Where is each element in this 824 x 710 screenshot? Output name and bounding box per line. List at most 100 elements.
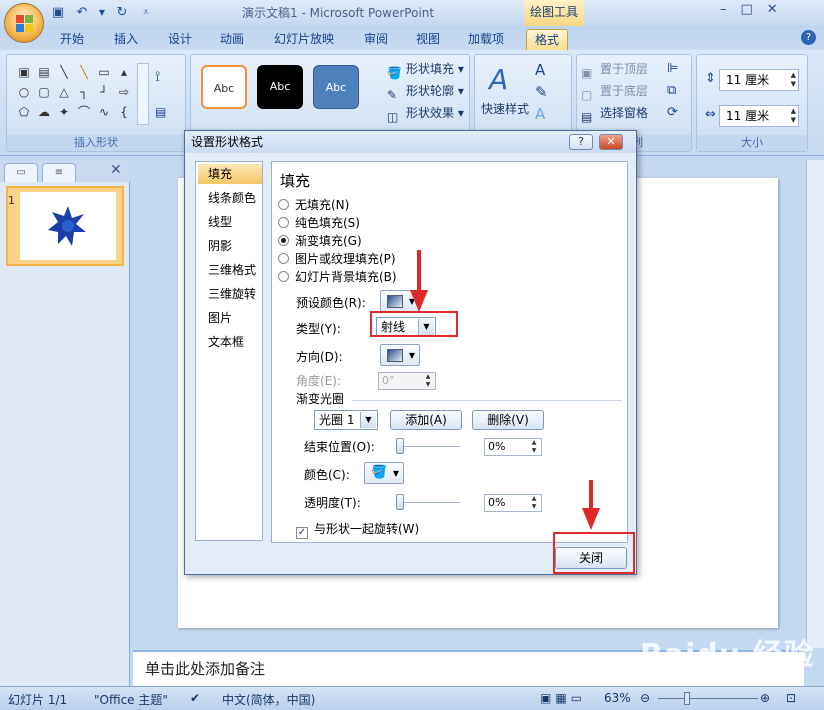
slide-thumbnail[interactable] — [6, 186, 124, 266]
shape-brace-icon[interactable]: { — [115, 103, 133, 121]
shape-vtextbox-icon[interactable]: ▤ — [35, 63, 53, 81]
help-icon[interactable]: ? — [801, 30, 816, 45]
edit-shape-icon[interactable]: ⟟ — [155, 69, 160, 85]
shape-outline-button[interactable]: ✎ 形状轮廓 ▾ — [387, 81, 464, 102]
outline-tab[interactable]: ≡ — [42, 163, 76, 182]
vertical-scrollbar[interactable] — [806, 160, 824, 648]
nav-text-box[interactable]: 文本框 — [198, 332, 262, 352]
style-sample-3[interactable]: Abc — [313, 65, 359, 109]
radio-background-fill[interactable]: 幻灯片背景填充(B) — [278, 268, 397, 286]
undo-icon[interactable]: ↶ — [74, 5, 90, 21]
radio-solid-fill[interactable]: 纯色填充(S) — [278, 214, 360, 232]
radio-gradient-fill[interactable]: 渐变填充(G) — [278, 232, 362, 250]
rotate-with-shape-checkbox[interactable]: ✓ 与形状一起旋转(W) — [296, 520, 419, 539]
add-stop-button[interactable]: 添加(A) — [390, 410, 462, 430]
shape-effects-button[interactable]: ◫ 形状效果 ▾ — [387, 103, 464, 124]
tab-addins[interactable]: 加载项 — [460, 29, 512, 50]
selection-pane-button[interactable]: ▤ 选择窗格 — [581, 103, 648, 124]
align-icon[interactable]: ⊫ — [667, 61, 678, 76]
style-sample-1[interactable]: Abc — [201, 65, 247, 109]
save-icon[interactable]: ▣ — [50, 5, 66, 21]
shapes-gallery[interactable]: ▣ ▤ ╲ ╲ ▭ ▴ ○ ▢ △ ┐ ┘ ⇨ ⬠ ☁ ✦ ⌒ ∿ { — [15, 63, 133, 121]
text-fill-icon[interactable]: A — [535, 61, 545, 79]
transparency-thumb[interactable] — [396, 494, 404, 510]
shape-star-icon[interactable]: ✦ — [55, 103, 73, 121]
nav-3d-format[interactable]: 三维格式 — [198, 260, 262, 280]
tab-design[interactable]: 设计 — [160, 29, 200, 50]
shape-curve-icon[interactable]: ∿ — [95, 103, 113, 121]
shape-oval-icon[interactable]: ○ — [15, 83, 33, 101]
shape-line-icon[interactable]: ╲ — [55, 63, 73, 81]
shape-more-icon[interactable]: ▴ — [115, 63, 133, 81]
wordart-icon[interactable]: A — [489, 63, 508, 96]
radio-picture-fill[interactable]: 图片或纹理填充(P) — [278, 250, 396, 268]
shape-arc-icon[interactable]: ⌒ — [75, 103, 93, 121]
tab-review[interactable]: 审阅 — [356, 29, 396, 50]
rotate-icon[interactable]: ⟳ — [667, 105, 678, 120]
group-icon[interactable]: ⧉ — [667, 83, 676, 98]
shape-roundrect-icon[interactable]: ▢ — [35, 83, 53, 101]
minimize-button[interactable]: – — [720, 2, 727, 17]
send-to-back-button[interactable]: ▢ 置于底层 — [581, 81, 648, 102]
close-window-button[interactable]: ✕ — [767, 2, 778, 17]
shape-fill-button[interactable]: 🪣 形状填充 ▾ — [387, 59, 464, 80]
tab-format[interactable]: 格式 — [526, 29, 569, 50]
end-position-input[interactable]: 0% ▲ ▼ — [484, 438, 542, 456]
style-sample-2[interactable]: Abc — [257, 65, 303, 109]
direction-button[interactable]: ▼ — [380, 344, 420, 366]
close-panel-icon[interactable]: ✕ — [110, 162, 122, 178]
shape-pentagon-icon[interactable]: ⬠ — [15, 103, 33, 121]
shape-triangle-icon[interactable]: △ — [55, 83, 73, 101]
zoom-slider-thumb[interactable] — [684, 692, 690, 705]
bring-to-front-button[interactable]: ▣ 置于顶层 — [581, 59, 648, 80]
zoom-in-icon[interactable]: ⊕ — [760, 691, 770, 705]
redo-icon[interactable]: ↻ — [114, 5, 130, 21]
maximize-button[interactable]: □ — [741, 2, 753, 17]
radio-no-fill[interactable]: 无填充(N) — [278, 196, 349, 214]
dialog-help-icon[interactable]: ? — [569, 134, 593, 150]
tab-view[interactable]: 视图 — [408, 29, 448, 50]
end-position-slider[interactable] — [396, 446, 460, 448]
textbox-icon[interactable]: ▤ — [155, 105, 166, 119]
shape-textbox-icon[interactable]: ▣ — [15, 63, 33, 81]
end-position-thumb[interactable] — [396, 438, 404, 454]
nav-line-style[interactable]: 线型 — [198, 212, 262, 232]
dialog-close-icon[interactable]: ✕ — [599, 134, 623, 150]
text-effects-icon[interactable]: A — [535, 105, 545, 123]
shape-connector-icon[interactable]: ┐ — [75, 83, 93, 101]
shape-elbow-icon[interactable]: ┘ — [95, 83, 113, 101]
undo-dropdown-icon[interactable]: ▼ — [98, 5, 106, 21]
tab-slideshow[interactable]: 幻灯片放映 — [266, 29, 342, 50]
transparency-input[interactable]: 0% ▲ ▼ — [484, 494, 542, 512]
shape-arrow-icon[interactable]: ⇨ — [115, 83, 133, 101]
customize-icon[interactable]: ⩡ — [138, 5, 154, 21]
width-input[interactable]: 11 厘米 ▲ ▼ — [719, 105, 799, 127]
nav-shadow[interactable]: 阴影 — [198, 236, 262, 256]
transparency-slider[interactable] — [396, 502, 460, 504]
notes-placeholder[interactable]: 单击此处添加备注 — [145, 658, 265, 679]
shape-line-icon[interactable]: ╲ — [75, 63, 93, 81]
nav-fill[interactable]: 填充 — [198, 164, 262, 184]
shape-cloud-icon[interactable]: ☁ — [35, 103, 53, 121]
tab-insert[interactable]: 插入 — [106, 29, 146, 50]
tab-animations[interactable]: 动画 — [212, 29, 252, 50]
normal-view-icon[interactable]: ▣ — [540, 691, 551, 705]
zoom-out-icon[interactable]: ⊖ — [640, 691, 650, 705]
nav-3d-rotation[interactable]: 三维旋转 — [198, 284, 262, 304]
height-input[interactable]: 11 厘米 ▲ ▼ — [719, 69, 799, 91]
nav-line-color[interactable]: 线条颜色 — [198, 188, 262, 208]
shapes-scroll[interactable] — [137, 63, 149, 125]
spellcheck-icon[interactable]: ✔ — [190, 691, 200, 705]
nav-picture[interactable]: 图片 — [198, 308, 262, 328]
slides-tab[interactable]: ▭ — [4, 163, 38, 182]
fit-window-icon[interactable]: ⊡ — [786, 691, 796, 705]
slideshow-view-icon[interactable]: ▭ — [571, 691, 582, 705]
sorter-view-icon[interactable]: ▦ — [555, 691, 566, 705]
remove-stop-button[interactable]: 删除(V) — [472, 410, 544, 430]
office-button[interactable] — [4, 3, 44, 43]
tab-home[interactable]: 开始 — [52, 29, 92, 50]
stop-color-button[interactable]: 🪣 ▼ — [364, 462, 404, 484]
quick-styles-button[interactable]: 快速样式 — [481, 99, 529, 119]
stop-select[interactable]: 光圈 1 ▼ — [314, 410, 378, 430]
text-outline-icon[interactable]: ✎ — [535, 83, 548, 101]
